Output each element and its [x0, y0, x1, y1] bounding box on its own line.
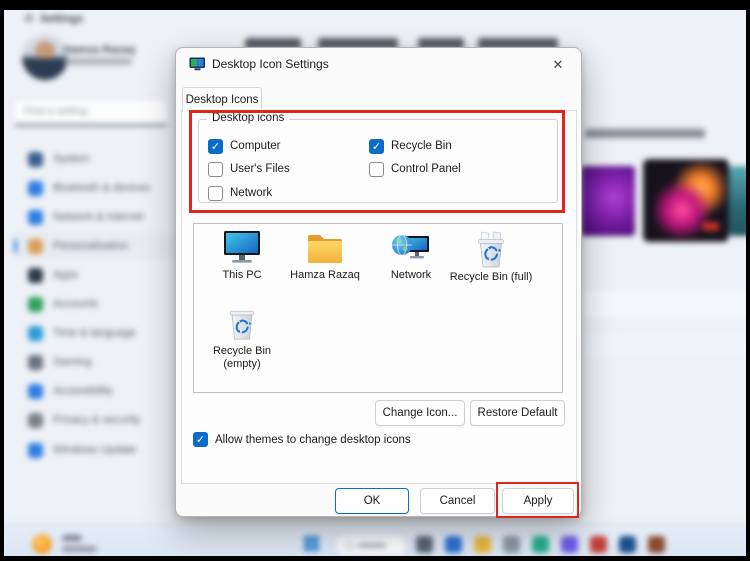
sidebar-item-personalisation[interactable]: Personalisation: [14, 233, 174, 259]
app-blue-icon[interactable]: [445, 536, 462, 553]
ok-button[interactable]: OK: [335, 488, 409, 514]
avatar: [22, 34, 68, 80]
weather-temp-blur: [62, 535, 82, 541]
icon-item-this-pc[interactable]: This PC: [202, 230, 282, 282]
sidebar-item-system[interactable]: System: [14, 146, 174, 172]
accounts-icon: [28, 297, 43, 312]
content-row-blur: [578, 290, 746, 318]
group-label: Desktop icons: [207, 112, 289, 124]
checkbox-users-files[interactable]: User's Files: [208, 161, 290, 177]
sidebar-item-accounts[interactable]: Accounts: [14, 291, 174, 317]
frame-right: [746, 0, 750, 561]
profile-email-blur: [64, 58, 132, 65]
privacy-icon: [28, 413, 43, 428]
change-icon-button[interactable]: Change Icon...: [375, 400, 465, 426]
system-icon: [28, 152, 43, 167]
app-gray-icon[interactable]: [503, 536, 520, 553]
icon-item-network[interactable]: Network: [372, 230, 450, 282]
search-input[interactable]: Find a setting: [14, 99, 168, 126]
taskbar-search[interactable]: [336, 535, 406, 555]
desktop-icon-settings-icon: [189, 56, 206, 72]
time-language-icon: [28, 326, 43, 341]
theme-thumbnail-teal[interactable]: [729, 166, 746, 236]
user-folder-icon: [304, 230, 346, 266]
icon-item-recycle-bin-empty[interactable]: Recycle Bin (empty): [202, 308, 282, 371]
screenshot-stage: ⚙ Settings Hamza Razaq Find a setting Sy…: [0, 0, 750, 561]
theme-thumbnail-purple[interactable]: [581, 166, 635, 236]
personalisation-icon: [28, 239, 43, 254]
file-explorer-icon[interactable]: [474, 536, 491, 553]
taskbar: [4, 524, 746, 556]
checkbox-recycle-bin[interactable]: Recycle Bin: [369, 138, 452, 154]
sidebar-item-gaming[interactable]: Gaming: [14, 349, 174, 375]
apply-button[interactable]: Apply: [502, 488, 574, 514]
desktop: ⚙ Settings Hamza Razaq Find a setting Sy…: [4, 10, 746, 556]
dialog-title: Desktop Icon Settings: [212, 57, 329, 71]
app-brown-icon[interactable]: [648, 536, 665, 553]
icon-item-recycle-bin-full[interactable]: Recycle Bin (full): [448, 230, 534, 284]
app-teal-icon[interactable]: [532, 536, 549, 553]
gaming-icon: [28, 355, 43, 370]
weather-condition-blur: [62, 546, 97, 552]
windows-update-icon: [28, 443, 43, 458]
icon-item-user-folder[interactable]: Hamza Razaq: [280, 230, 370, 282]
photos-icon[interactable]: [590, 536, 607, 553]
content-row-blur: [578, 334, 746, 358]
frame-bottom: [0, 556, 750, 561]
profile-name: Hamza Razaq: [64, 44, 135, 56]
frame-left: [0, 0, 4, 561]
task-view-icon[interactable]: [416, 536, 433, 553]
settings-window-title: Settings: [40, 13, 83, 25]
network-icon: [390, 230, 432, 266]
sidebar-item-privacy[interactable]: Privacy & security: [14, 407, 174, 433]
theme-thumbnail-selected[interactable]: [643, 159, 729, 242]
sidebar-item-bluetooth[interactable]: Bluetooth & devices: [14, 175, 174, 201]
tab-desktop-icons[interactable]: Desktop Icons: [182, 87, 262, 112]
recycle-bin-full-icon: [470, 230, 512, 268]
bluetooth-icon: [28, 181, 43, 196]
this-pc-icon: [221, 230, 263, 266]
sidebar-item-time-language[interactable]: Time & language: [14, 320, 174, 346]
sidebar-item-windows-update[interactable]: Windows Update: [14, 437, 174, 463]
checkbox-network[interactable]: Network: [208, 185, 272, 201]
sidebar-item-accessibility[interactable]: Accessibility: [14, 378, 174, 404]
desktop-icon-settings-dialog: Desktop Icon Settings ✕ Desktop Icons De…: [175, 47, 582, 517]
sidebar-item-apps[interactable]: Apps: [14, 262, 174, 288]
page-subtitle-blur: [585, 129, 705, 138]
accessibility-icon: [28, 384, 43, 399]
allow-themes-checkbox[interactable]: Allow themes to change desktop icons: [193, 432, 411, 447]
frame-top: [0, 0, 750, 10]
start-icon[interactable]: [304, 536, 320, 552]
close-icon[interactable]: ✕: [548, 55, 568, 75]
search-placeholder: Find a setting: [24, 105, 87, 117]
app-purple-icon[interactable]: [561, 536, 578, 553]
recycle-bin-empty-icon: [221, 308, 263, 342]
app-navy-icon[interactable]: [619, 536, 636, 553]
checkbox-control-panel[interactable]: Control Panel: [369, 161, 461, 177]
checkbox-computer[interactable]: Computer: [208, 138, 281, 154]
gear-icon: ⚙: [24, 12, 34, 25]
restore-default-button[interactable]: Restore Default: [470, 400, 565, 426]
network-globe-icon: [28, 210, 43, 225]
settings-titlebar: ⚙ Settings: [4, 10, 746, 34]
cancel-button[interactable]: Cancel: [420, 488, 495, 514]
apps-icon: [28, 268, 43, 283]
sidebar-item-network[interactable]: Network & internet: [14, 204, 174, 230]
weather-icon[interactable]: [32, 534, 52, 554]
desktop-icon-list: This PC Hamza Razaq: [193, 223, 563, 393]
